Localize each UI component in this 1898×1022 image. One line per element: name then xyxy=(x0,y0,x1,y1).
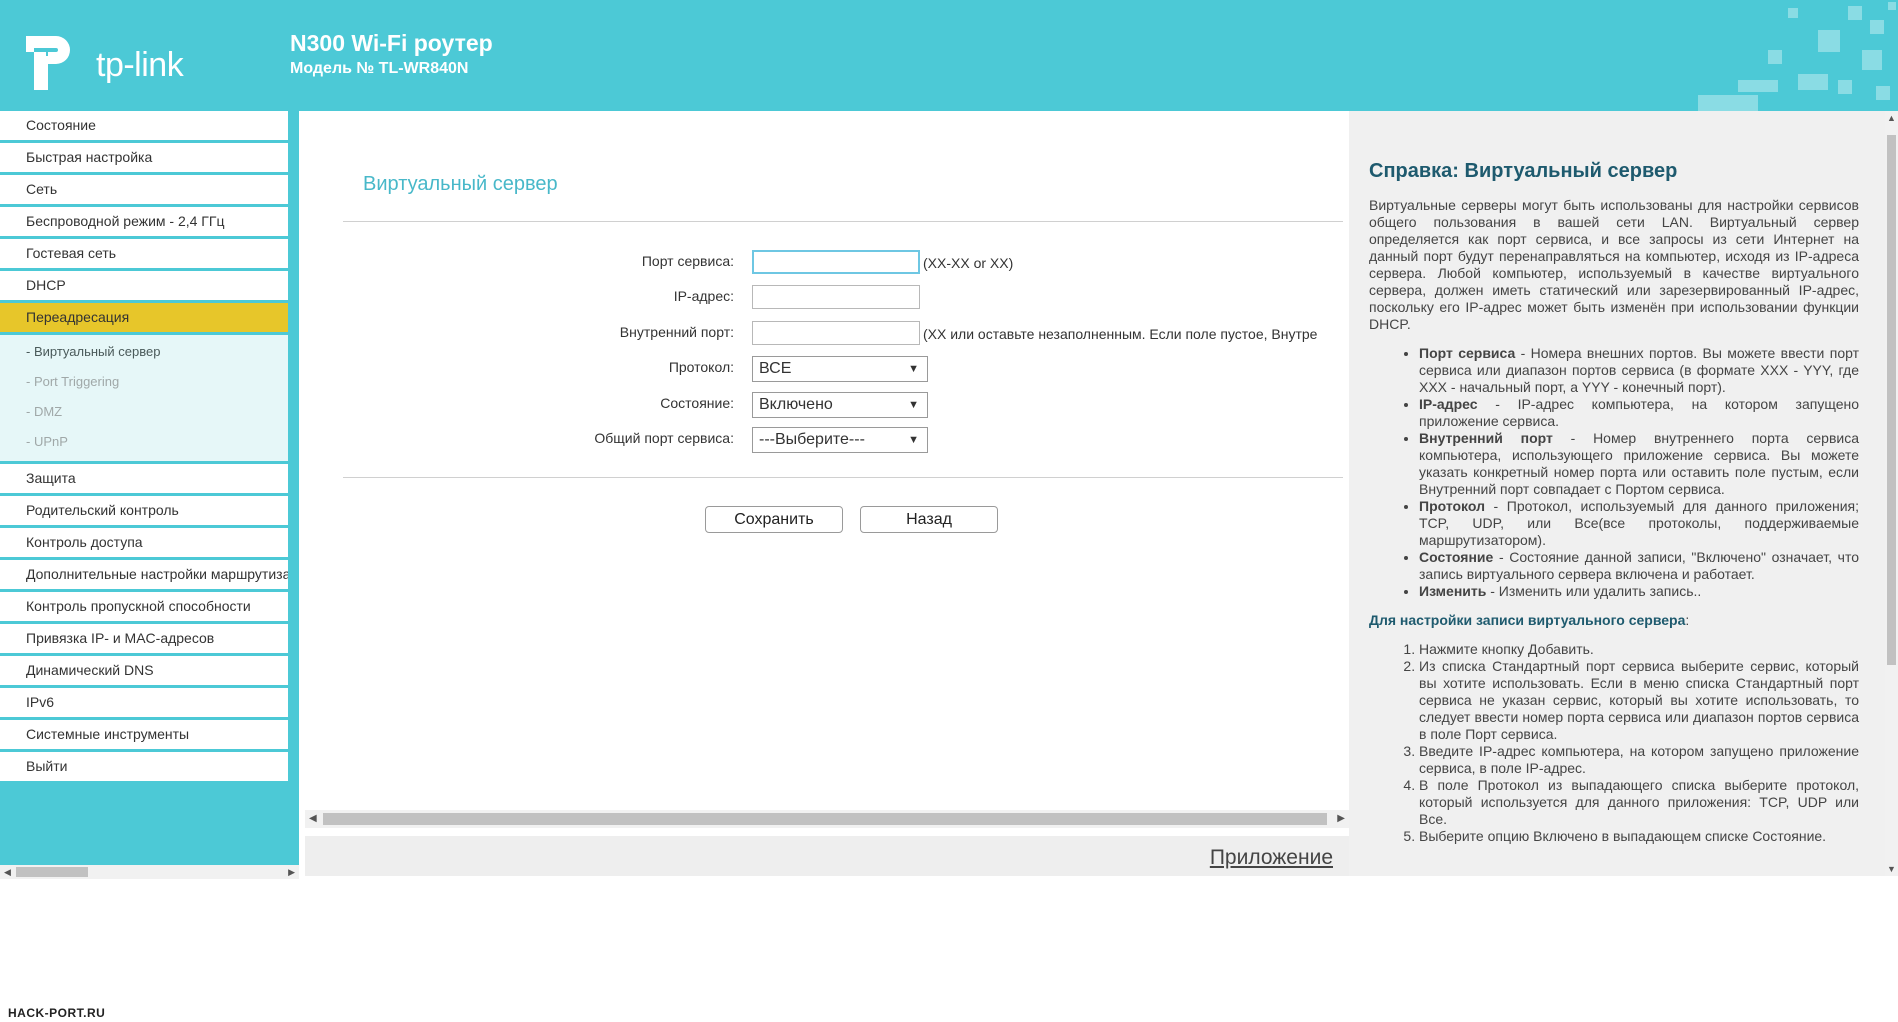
app-link[interactable]: Приложение xyxy=(1210,846,1333,870)
list-item: IP-адрес - IP-адрес компьютера, на котор… xyxy=(1419,396,1859,430)
sidebar-item-parental-control[interactable]: Родительский контроль xyxy=(0,496,288,525)
footer-bar: Приложение xyxy=(305,836,1349,876)
scroll-right-icon[interactable]: ▶ xyxy=(288,865,295,879)
chevron-down-icon: ▼ xyxy=(908,363,919,375)
sidebar-item-network[interactable]: Сеть xyxy=(0,175,288,204)
help-intro: Виртуальные серверы могут быть использов… xyxy=(1369,197,1859,332)
sidebar-subitem-upnp[interactable]: - UPnP xyxy=(0,427,288,457)
save-button[interactable]: Сохранить xyxy=(705,506,843,533)
sidebar-subitem-virtual-server[interactable]: - Виртуальный сервер xyxy=(0,337,288,367)
help-steps-list: Нажмите кнопку Добавить. Из списка Станд… xyxy=(1369,641,1859,845)
sidebar-item-quick-setup[interactable]: Быстрая настройка xyxy=(0,143,288,172)
help-subheading: Для настройки записи виртуального сервер… xyxy=(1369,612,1690,628)
sidebar-menu: Состояние Быстрая настройка Сеть Беспров… xyxy=(0,111,288,784)
header-pattern xyxy=(1698,2,1896,111)
status-select[interactable]: Включено ▼ xyxy=(752,392,928,418)
scroll-down-icon[interactable]: ▼ xyxy=(1887,864,1896,874)
scroll-left-icon[interactable]: ◀ xyxy=(309,810,317,828)
help-panel: Справка: Виртуальный сервер Виртуальные … xyxy=(1349,111,1885,876)
list-item: Внутренний порт - Номер внутреннего порт… xyxy=(1419,430,1859,498)
list-item: В поле Протокол из выпадающего списка вы… xyxy=(1419,777,1859,828)
common-port-select-value: ---Выберите--- xyxy=(759,431,865,448)
back-button[interactable]: Назад xyxy=(860,506,998,533)
help-bullet-list: Порт сервиса - Номера внешних портов. Вы… xyxy=(1369,345,1859,600)
header: tp-link N300 Wi-Fi роутер Модель № TL-WR… xyxy=(0,0,1898,111)
page-title: Виртуальный сервер xyxy=(363,173,558,195)
list-item: Нажмите кнопку Добавить. xyxy=(1419,641,1859,658)
sidebar-item-logout[interactable]: Выйти xyxy=(0,752,288,781)
list-item: Порт сервиса - Номера внешних портов. Вы… xyxy=(1419,345,1859,396)
tp-link-logo-icon xyxy=(26,36,70,90)
list-item: Введите IP-адрес компьютера, на котором … xyxy=(1419,743,1859,777)
status-label: Состояние: xyxy=(660,395,734,411)
sidebar-item-ipv6[interactable]: IPv6 xyxy=(0,688,288,717)
main-content: Виртуальный сервер Порт сервиса: (XX-XX … xyxy=(299,111,1349,876)
sidebar-item-guest-network[interactable]: Гостевая сеть xyxy=(0,239,288,268)
logo-text: tp-link xyxy=(96,46,184,84)
ip-address-label: IP-адрес: xyxy=(673,288,734,304)
list-item: Изменить - Изменить или удалить запись.. xyxy=(1419,583,1859,600)
service-port-input[interactable] xyxy=(752,250,920,274)
divider xyxy=(343,221,1343,222)
sidebar-scrollbar[interactable]: ◀ ▶ xyxy=(0,865,299,879)
status-select-value: Включено xyxy=(759,396,833,413)
ip-address-input[interactable] xyxy=(752,285,920,309)
sidebar-item-bandwidth-control[interactable]: Контроль пропускной способности xyxy=(0,592,288,621)
list-item: Протокол - Протокол, используемый для да… xyxy=(1419,498,1859,549)
chevron-down-icon: ▼ xyxy=(908,434,919,446)
main-scroll-thumb[interactable] xyxy=(323,813,1327,825)
chevron-down-icon: ▼ xyxy=(908,399,919,411)
sidebar: Состояние Быстрая настройка Сеть Беспров… xyxy=(0,111,299,879)
sidebar-item-status[interactable]: Состояние xyxy=(0,111,288,140)
help-vertical-scrollbar[interactable]: ▲ ▼ xyxy=(1885,111,1898,876)
product-title: N300 Wi-Fi роутер xyxy=(290,30,493,56)
main-horizontal-scrollbar[interactable]: ◀ ▶ xyxy=(305,810,1349,828)
sidebar-item-access-control[interactable]: Контроль доступа xyxy=(0,528,288,557)
product-model: Модель № TL-WR840N xyxy=(290,60,469,77)
protocol-select[interactable]: ВСЕ ▼ xyxy=(752,356,928,382)
sidebar-subitem-port-triggering[interactable]: - Port Triggering xyxy=(0,367,288,397)
watermark: HACK-PORT.RU xyxy=(8,1006,106,1020)
sidebar-item-advanced-routing[interactable]: Дополнительные настройки маршрутизации xyxy=(0,560,288,589)
sidebar-scroll-thumb[interactable] xyxy=(16,867,88,877)
protocol-select-value: ВСЕ xyxy=(759,360,792,377)
scroll-right-icon[interactable]: ▶ xyxy=(1337,810,1345,828)
help-scroll-thumb[interactable] xyxy=(1887,135,1896,665)
internal-port-input[interactable] xyxy=(752,321,920,345)
sidebar-item-forwarding[interactable]: Переадресация xyxy=(0,303,288,332)
service-port-hint: (XX-XX or XX) xyxy=(923,255,1014,271)
list-item: Выберите опцию Включено в выпадающем спи… xyxy=(1419,828,1859,845)
sidebar-item-ip-mac-binding[interactable]: Привязка IP- и MAC-адресов xyxy=(0,624,288,653)
protocol-label: Протокол: xyxy=(668,359,734,375)
list-item: Состояние - Состояние данной записи, "Вк… xyxy=(1419,549,1859,583)
tp-link-logo[interactable]: tp-link xyxy=(26,32,196,94)
internal-port-label: Внутренний порт: xyxy=(619,324,734,340)
sidebar-item-security[interactable]: Защита xyxy=(0,464,288,493)
help-title: Справка: Виртуальный сервер xyxy=(1369,160,1678,182)
divider xyxy=(343,477,1343,478)
sidebar-subitem-dmz[interactable]: - DMZ xyxy=(0,397,288,427)
service-port-label: Порт сервиса: xyxy=(641,253,734,269)
scroll-left-icon[interactable]: ◀ xyxy=(4,865,11,879)
list-item: Из списка Стандартный порт сервиса выбер… xyxy=(1419,658,1859,743)
common-port-select[interactable]: ---Выберите--- ▼ xyxy=(752,427,928,453)
sidebar-item-dhcp[interactable]: DHCP xyxy=(0,271,288,300)
sidebar-submenu-forwarding: - Виртуальный сервер - Port Triggering -… xyxy=(0,335,288,461)
sidebar-item-wireless[interactable]: Беспроводной режим - 2,4 ГГц xyxy=(0,207,288,236)
internal-port-hint: (XX или оставьте незаполненным. Если пол… xyxy=(923,326,1318,342)
sidebar-item-dynamic-dns[interactable]: Динамический DNS xyxy=(0,656,288,685)
scroll-up-icon[interactable]: ▲ xyxy=(1887,113,1896,123)
common-port-label: Общий порт сервиса: xyxy=(594,430,734,446)
sidebar-item-system-tools[interactable]: Системные инструменты xyxy=(0,720,288,749)
